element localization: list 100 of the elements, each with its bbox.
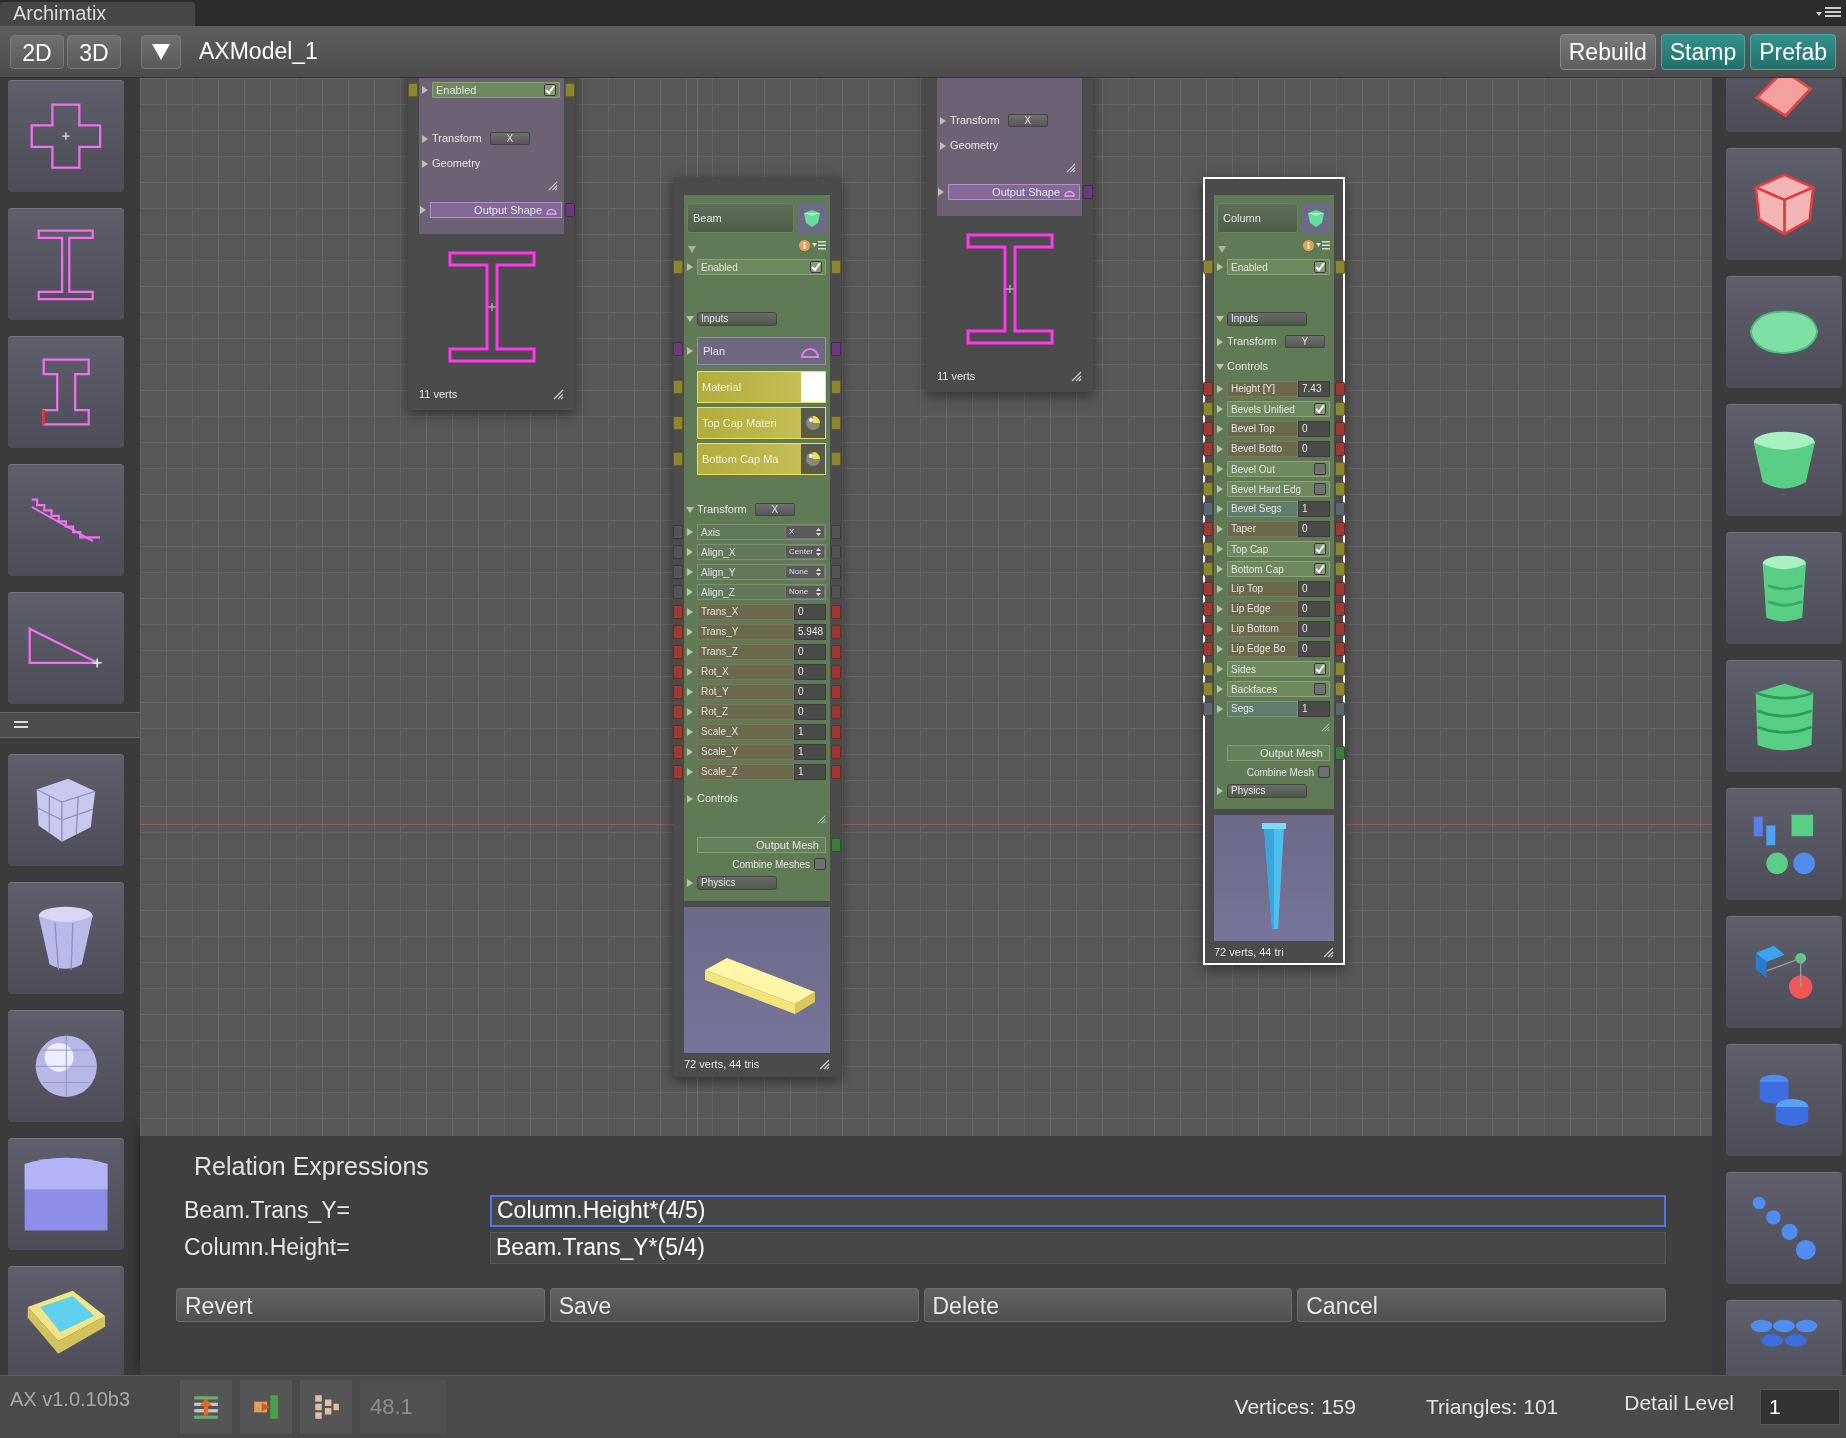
graph-node[interactable]: [673, 177, 841, 1077]
triangle-down-icon[interactable]: [1216, 362, 1224, 371]
triangle-right-icon[interactable]: [939, 116, 947, 125]
toolbar-button[interactable]: [180, 1380, 232, 1434]
number-field[interactable]: 1: [794, 764, 826, 780]
triangle-down-icon[interactable]: [1218, 245, 1226, 253]
port-socket[interactable]: [831, 452, 841, 466]
checkbox[interactable]: [1314, 683, 1326, 695]
axis-button[interactable]: X: [1007, 114, 1048, 127]
port-socket[interactable]: [673, 452, 683, 466]
number-field[interactable]: 0: [1298, 601, 1330, 617]
color-swatch[interactable]: [801, 372, 825, 402]
triangle-right-icon[interactable]: [686, 648, 694, 656]
input-slot[interactable]: Plan: [697, 337, 826, 365]
node-title[interactable]: Column: [1217, 203, 1298, 233]
number-field[interactable]: 0: [1298, 521, 1330, 537]
triangle-right-icon[interactable]: [1216, 605, 1224, 613]
checkbox[interactable]: [544, 84, 556, 96]
group-toggle[interactable]: Inputs: [697, 312, 777, 326]
triangle-right-icon[interactable]: [686, 668, 694, 676]
port-socket[interactable]: [1203, 402, 1213, 416]
port-socket[interactable]: [831, 416, 841, 430]
port-socket[interactable]: [673, 342, 683, 356]
port-socket[interactable]: [565, 83, 575, 97]
port-socket[interactable]: [673, 565, 683, 579]
triangle-right-icon[interactable]: [686, 794, 694, 803]
triangle-right-icon[interactable]: [1216, 425, 1224, 433]
checkbox[interactable]: [1314, 463, 1326, 475]
triangle-right-icon[interactable]: [686, 728, 694, 736]
triangle-right-icon[interactable]: [686, 608, 694, 616]
dialog-button[interactable]: Save: [549, 1288, 919, 1322]
number-field[interactable]: 0: [794, 604, 826, 620]
triangle-down-icon[interactable]: [686, 315, 694, 323]
dialog-button[interactable]: Revert: [176, 1288, 545, 1322]
port-socket[interactable]: [1203, 462, 1213, 476]
output-port[interactable]: Output Shape: [948, 184, 1080, 200]
port-socket[interactable]: [1335, 602, 1345, 616]
triangle-right-icon[interactable]: [1216, 385, 1224, 393]
port-socket[interactable]: [831, 665, 841, 679]
number-field[interactable]: 0: [794, 704, 826, 720]
section-header[interactable]: Transform: [950, 112, 1000, 129]
palette-button[interactable]: [1726, 788, 1842, 900]
port-socket[interactable]: [673, 585, 683, 599]
palette-button[interactable]: [1726, 532, 1842, 644]
palette-button[interactable]: [8, 208, 124, 320]
triangle-right-icon[interactable]: [686, 688, 694, 696]
port-socket[interactable]: [1203, 602, 1213, 616]
port-socket[interactable]: [1203, 642, 1213, 656]
triangle-down-icon[interactable]: [686, 505, 694, 514]
port-socket[interactable]: [1335, 542, 1345, 556]
section-header[interactable]: Transform: [432, 130, 482, 147]
palette-button[interactable]: [1726, 916, 1842, 1028]
port-socket[interactable]: [1335, 582, 1345, 596]
port-socket[interactable]: [1203, 260, 1213, 274]
port-socket[interactable]: [1335, 382, 1345, 396]
checkbox[interactable]: [1314, 543, 1326, 555]
port-socket[interactable]: [831, 765, 841, 779]
group-toggle[interactable]: Physics: [1227, 784, 1307, 798]
port-socket[interactable]: [1335, 662, 1345, 676]
expression-field[interactable]: Column.Height*(4/5): [490, 1194, 1666, 1227]
port-socket[interactable]: [831, 585, 841, 599]
triangle-right-icon[interactable]: [1216, 445, 1224, 453]
triangle-right-icon[interactable]: [1216, 705, 1224, 713]
palette-button[interactable]: [8, 1266, 124, 1375]
port-socket[interactable]: [1203, 662, 1213, 676]
triangle-right-icon[interactable]: [1216, 405, 1224, 413]
number-field[interactable]: 0: [794, 664, 826, 680]
port-socket[interactable]: [1203, 482, 1213, 496]
port-socket[interactable]: [1335, 402, 1345, 416]
port-socket[interactable]: [673, 380, 683, 394]
port-socket[interactable]: [673, 645, 683, 659]
port-socket[interactable]: [673, 525, 683, 539]
triangle-right-icon[interactable]: [1216, 525, 1224, 533]
port-socket[interactable]: [831, 745, 841, 759]
material-preview[interactable]: [801, 444, 825, 474]
checkbox[interactable]: [1314, 403, 1326, 415]
expression-field[interactable]: Beam.Trans_Y*(5/4): [490, 1231, 1666, 1264]
node-title[interactable]: Beam: [687, 203, 794, 233]
dropdown[interactable]: None: [785, 565, 825, 579]
port-socket[interactable]: [673, 725, 683, 739]
port-socket[interactable]: [1335, 442, 1345, 456]
port-socket[interactable]: [1203, 422, 1213, 436]
toolbar-button[interactable]: [240, 1380, 292, 1434]
port-socket[interactable]: [1203, 502, 1213, 516]
graph-node[interactable]: [1203, 177, 1345, 965]
palette-button[interactable]: [8, 882, 124, 994]
number-field[interactable]: 0: [794, 684, 826, 700]
dialog-button[interactable]: Cancel: [1297, 1288, 1666, 1322]
section-header[interactable]: Transform: [697, 501, 747, 518]
palette-button[interactable]: [8, 1138, 124, 1250]
triangle-right-icon[interactable]: [939, 141, 947, 150]
axis-button[interactable]: X: [754, 503, 795, 516]
triangle-right-icon[interactable]: [1216, 625, 1224, 633]
port-socket[interactable]: [831, 645, 841, 659]
number-field[interactable]: 0: [794, 644, 826, 660]
toolbar-button[interactable]: [300, 1380, 352, 1434]
port-socket[interactable]: [673, 685, 683, 699]
number-field[interactable]: 1: [1298, 701, 1330, 717]
triangle-right-icon[interactable]: [1216, 465, 1224, 473]
triangle-right-icon[interactable]: [686, 263, 694, 271]
